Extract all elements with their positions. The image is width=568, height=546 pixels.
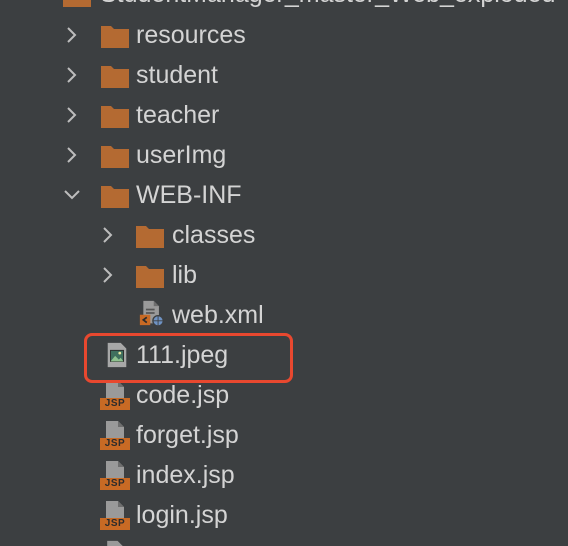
chevron-right-icon[interactable]: [96, 223, 120, 247]
tree-row-student[interactable]: student: [0, 55, 568, 95]
jsp-file-icon: [107, 540, 123, 546]
tree-label: index.jsp: [136, 461, 235, 489]
tree-row-web-xml[interactable]: web.xml: [0, 295, 568, 335]
tree-row-forget-jsp[interactable]: JSP forget.jsp: [0, 415, 568, 455]
folder-icon: [136, 266, 164, 288]
tree-label-root: StudentManager_master_Web_exploded: [100, 0, 555, 8]
highlight-box: [84, 333, 293, 383]
jsp-file-icon: JSP: [100, 420, 130, 450]
jsp-badge: JSP: [100, 478, 130, 490]
folder-icon: [136, 226, 164, 248]
tree-label: code.jsp: [136, 381, 230, 409]
tree-row-root-partial[interactable]: StudentManager_master_Web_exploded: [0, 0, 568, 14]
tree-label: student: [136, 61, 219, 89]
tree-row-login-jsp[interactable]: JSP login.jsp: [0, 495, 568, 535]
tree-row-userimg[interactable]: userImg: [0, 135, 568, 175]
tree-row-partial-bottom[interactable]: [0, 536, 568, 546]
tree-label: WEB-INF: [136, 181, 242, 209]
folder-icon: [101, 146, 129, 168]
folder-icon: [101, 26, 129, 48]
tree-label: resources: [136, 21, 246, 49]
folder-icon: [101, 66, 129, 88]
tree-label: web.xml: [172, 301, 264, 329]
tree-row-lib[interactable]: lib: [0, 255, 568, 295]
tree-row-teacher[interactable]: teacher: [0, 95, 568, 135]
chevron-down-icon[interactable]: [60, 183, 84, 207]
folder-icon: [101, 186, 129, 208]
chevron-right-icon[interactable]: [60, 103, 84, 127]
jsp-file-icon: JSP: [100, 460, 130, 490]
tree-label: lib: [172, 261, 198, 289]
tree-label: login.jsp: [136, 501, 228, 529]
tree-label: forget.jsp: [136, 421, 239, 449]
jsp-badge: JSP: [100, 518, 130, 530]
jsp-badge: JSP: [100, 398, 130, 410]
folder-icon: [101, 106, 129, 128]
chevron-right-icon[interactable]: [96, 263, 120, 287]
chevron-right-icon[interactable]: [60, 23, 84, 47]
jsp-file-icon: JSP: [100, 380, 130, 410]
tree-row-index-jsp[interactable]: JSP index.jsp: [0, 455, 568, 495]
tree-row-web-inf[interactable]: WEB-INF: [0, 175, 568, 215]
jsp-file-icon: JSP: [100, 500, 130, 530]
project-tree: StudentManager_master_Web_exploded resou…: [0, 0, 568, 546]
tree-row-resources[interactable]: resources: [0, 15, 568, 55]
tree-label: teacher: [136, 101, 220, 129]
jsp-badge: JSP: [100, 438, 130, 450]
tree-label: userImg: [136, 141, 227, 169]
tree-label: classes: [172, 221, 256, 249]
xml-file-icon: [139, 300, 164, 326]
tree-row-classes[interactable]: classes: [0, 215, 568, 255]
chevron-right-icon[interactable]: [60, 143, 84, 167]
folder-icon: [63, 0, 91, 7]
chevron-right-icon[interactable]: [60, 63, 84, 87]
